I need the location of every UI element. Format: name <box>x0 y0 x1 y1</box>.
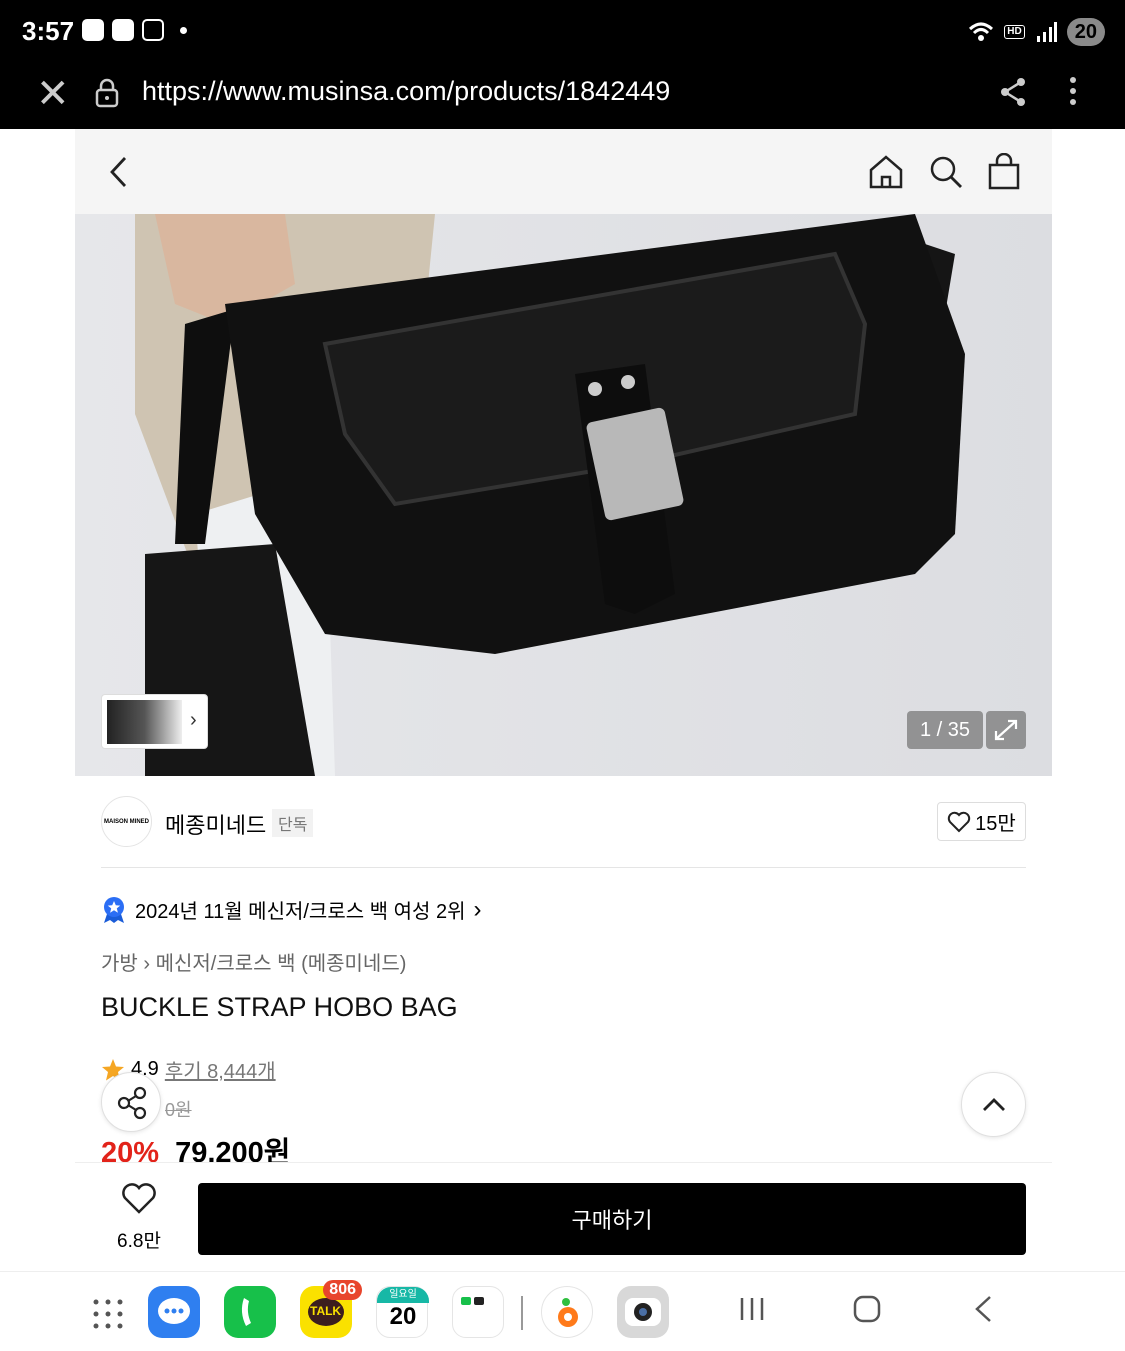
breadcrumb: 가방 › 메신저/크로스 백 (메종미네드) <box>101 947 406 976</box>
brand-logo[interactable]: MAISON MINED <box>101 796 152 847</box>
carrot-app-icon[interactable] <box>541 1286 593 1338</box>
bag-photo-illustration <box>135 214 965 776</box>
search-icon[interactable] <box>927 153 965 191</box>
divider <box>101 867 1026 868</box>
kakaotalk-app-icon[interactable]: TALK 806 <box>300 1280 362 1338</box>
floating-share-button[interactable] <box>101 1072 161 1132</box>
dock-separator <box>521 1296 523 1330</box>
heart-icon <box>947 811 971 832</box>
more-notifications-icon <box>180 26 187 34</box>
original-price: 0원 <box>165 1100 192 1120</box>
calendar-day-label: 일요일 <box>377 1287 429 1303</box>
status-time: 3:57 <box>22 16 75 46</box>
status-bar: 3:57 HD 20 <box>0 0 1125 64</box>
camera-icon <box>625 1298 661 1326</box>
youtube-icon <box>112 19 134 41</box>
chevron-right-icon: › <box>190 709 197 731</box>
breadcrumb-subcategory[interactable]: 메신저/크로스 백 (메종미네드) <box>156 953 407 975</box>
ranking-badge-icon <box>104 896 124 923</box>
close-icon[interactable]: ✕ <box>36 74 70 114</box>
notification-badge: 806 <box>323 1280 362 1300</box>
browser-url-bar: ✕ https://www.musinsa.com/products/18424… <box>0 64 1125 129</box>
expand-icon <box>994 719 1018 741</box>
chevron-right-icon: › <box>473 895 482 923</box>
url-text[interactable]: https://www.musinsa.com/products/1842449 <box>142 76 670 107</box>
product-image[interactable]: › 1 / 35 <box>75 214 1052 776</box>
chevron-right-icon: › <box>143 953 156 975</box>
page-content: › 1 / 35 MAISON MINED 메종미네드 단독 15만 2024년… <box>75 129 1052 1271</box>
review-count-link[interactable]: 후기 8,444개 <box>165 1055 276 1084</box>
talk-label: TALK <box>310 1304 342 1318</box>
exclusive-tag: 단독 <box>272 809 314 837</box>
ranking-text: 2024년 11월 메신저/크로스 백 여성 2위 <box>135 901 466 923</box>
home-icon[interactable] <box>867 153 905 191</box>
brand-row: MAISON MINED 메종미네드 단독 15만 <box>75 776 1052 868</box>
back-button-icon[interactable] <box>972 1294 996 1324</box>
folder-icon <box>461 1297 484 1305</box>
home-button-icon[interactable] <box>852 1294 882 1324</box>
screenshot-icon <box>142 19 164 41</box>
recent-apps-icon[interactable] <box>738 1294 766 1324</box>
chevron-up-icon <box>983 1098 1005 1111</box>
notification-icons <box>82 19 187 41</box>
back-arrow-icon[interactable] <box>107 155 129 189</box>
product-title: BUCKLE STRAP HOBO BAG <box>101 992 458 1022</box>
calendar-date: 20 <box>389 1303 417 1330</box>
android-dock: TALK 806 일요일 20 <box>0 1271 1125 1351</box>
brand-name[interactable]: 메종미네드 <box>165 808 266 840</box>
thumbnail-strip-button[interactable]: › <box>101 694 208 749</box>
ranking-link[interactable]: 2024년 11월 메신저/크로스 백 여성 2위 › <box>101 895 482 924</box>
calendar-app-icon[interactable]: 일요일 20 <box>376 1286 429 1338</box>
buy-button[interactable]: 구매하기 <box>198 1183 1026 1255</box>
lock-icon[interactable] <box>94 78 120 108</box>
expand-image-button[interactable] <box>986 711 1026 749</box>
app-notification-icon <box>82 19 104 41</box>
scroll-to-top-button[interactable] <box>961 1072 1026 1137</box>
image-counter: 1 / 35 <box>907 711 983 749</box>
wish-button[interactable]: 6.8만 <box>111 1183 167 1253</box>
heart-icon <box>122 1183 156 1214</box>
signal-icon <box>1036 22 1057 42</box>
hd-voice-icon: HD <box>1004 25 1025 39</box>
brand-like-count: 15만 <box>975 813 1016 835</box>
wish-count: 6.8만 <box>117 1231 161 1252</box>
more-options-icon[interactable] <box>1066 74 1080 108</box>
status-right: HD 20 <box>968 18 1105 46</box>
cart-bag-icon[interactable] <box>986 153 1022 191</box>
purchase-bar: 6.8만 구매하기 <box>75 1162 1052 1271</box>
chat-bubble-icon <box>158 1298 190 1324</box>
thumbnail-image <box>107 700 182 744</box>
battery-indicator: 20 <box>1066 18 1105 46</box>
carrot-icon <box>558 1298 578 1327</box>
app-drawer-icon[interactable] <box>92 1298 124 1330</box>
messages-app-icon[interactable] <box>148 1286 200 1338</box>
share-icon <box>117 1086 147 1120</box>
camera-app-icon[interactable] <box>617 1286 669 1338</box>
phone-icon <box>241 1298 251 1326</box>
brand-like-button[interactable]: 15만 <box>937 802 1026 841</box>
share-icon[interactable] <box>998 76 1028 108</box>
phone-app-icon[interactable] <box>224 1286 276 1338</box>
page-header <box>75 129 1052 214</box>
breadcrumb-category[interactable]: 가방 <box>101 953 138 975</box>
wifi-icon <box>969 22 994 41</box>
folder-app-icon[interactable] <box>452 1286 504 1338</box>
